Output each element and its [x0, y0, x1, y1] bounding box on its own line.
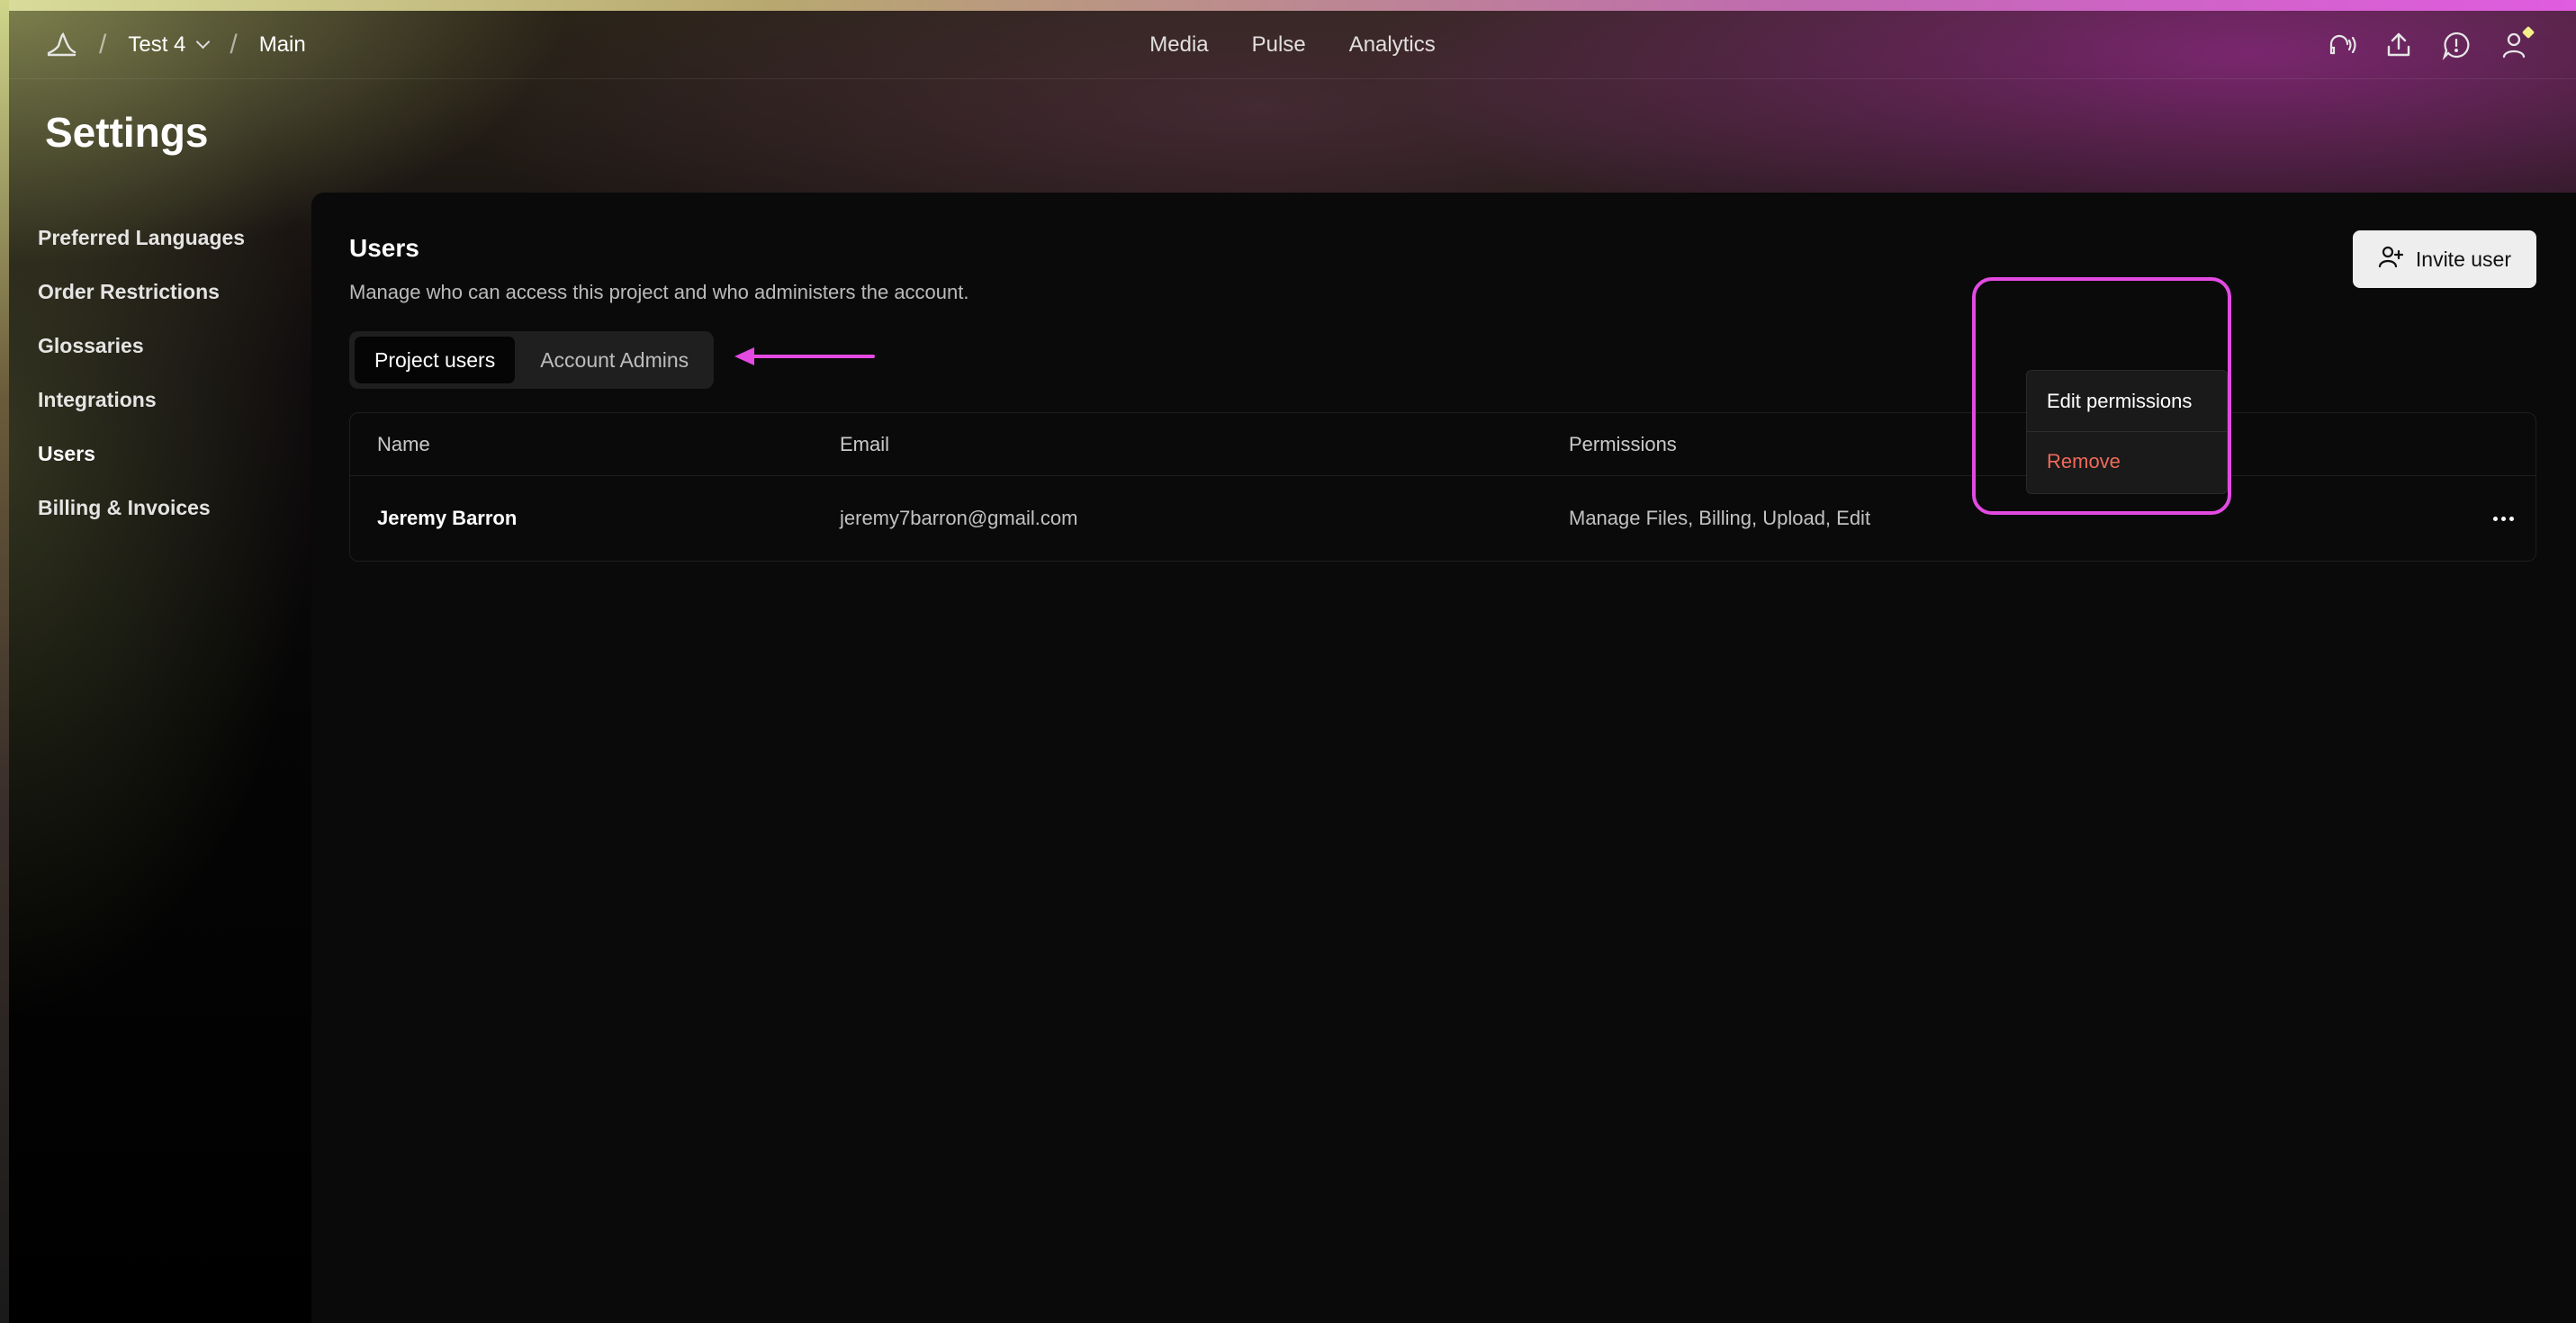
section-subtitle: Manage who can access this project and w… — [349, 281, 969, 303]
breadcrumb-separator: / — [230, 30, 238, 59]
user-icon[interactable] — [2499, 25, 2535, 60]
user-email: jeremy7barron@gmail.com — [840, 507, 1078, 529]
app: / Test 4 / Main Media Pulse Analytics Se… — [9, 11, 2576, 1323]
feedback-icon[interactable] — [2441, 30, 2472, 60]
chevron-down-icon — [196, 34, 211, 49]
sidebar-item-integrations[interactable]: Integrations — [9, 373, 306, 427]
annotation-arrow-icon — [734, 347, 875, 365]
window-left-edge — [0, 0, 9, 1323]
settings-sidebar: Preferred Languages Order Restrictions G… — [9, 211, 306, 535]
more-dot-icon — [2508, 516, 2514, 521]
sidebar-item-preferred-languages[interactable]: Preferred Languages — [9, 211, 306, 265]
more-dot-icon — [2500, 516, 2506, 521]
sidebar-item-glossaries[interactable]: Glossaries — [9, 319, 306, 373]
header-actions — [2326, 11, 2535, 79]
breadcrumb-separator: / — [99, 30, 107, 59]
main-nav: Media Pulse Analytics — [9, 11, 2576, 79]
column-header-permissions: Permissions — [1569, 433, 1677, 455]
column-header-email: Email — [840, 433, 890, 455]
breadcrumb: / Test 4 / Main — [45, 11, 306, 79]
users-tabs: Project users Account Admins — [349, 331, 715, 389]
top-bar: / Test 4 / Main Media Pulse Analytics — [9, 11, 2576, 79]
sidebar-item-users[interactable]: Users — [9, 427, 306, 481]
nav-pulse[interactable]: Pulse — [1252, 32, 1306, 58]
project-name: Test 4 — [128, 32, 186, 57]
users-panel: Users Manage who can access this project… — [311, 193, 2576, 1323]
page-title: Settings — [45, 109, 209, 156]
row-actions-button[interactable] — [2487, 503, 2519, 534]
project-switcher[interactable]: Test 4 — [128, 32, 211, 58]
invite-user-label: Invite user — [2415, 247, 2511, 271]
column-header-name: Name — [377, 433, 430, 455]
sidebar-item-billing-invoices[interactable]: Billing & Invoices — [9, 481, 306, 535]
breadcrumb-page[interactable]: Main — [259, 32, 306, 58]
add-user-icon — [2378, 245, 2403, 274]
tab-account-admins[interactable]: Account Admins — [520, 337, 708, 383]
nav-analytics[interactable]: Analytics — [1349, 32, 1436, 58]
invite-user-button[interactable]: Invite user — [2352, 230, 2536, 288]
user-name: Jeremy Barron — [377, 507, 518, 529]
user-permissions: Manage Files, Billing, Upload, Edit — [1569, 507, 1871, 529]
audio-icon[interactable] — [2326, 30, 2356, 60]
sidebar-item-order-restrictions[interactable]: Order Restrictions — [9, 265, 306, 319]
nav-media[interactable]: Media — [1149, 32, 1208, 58]
tab-project-users[interactable]: Project users — [355, 337, 516, 383]
window-top-edge — [0, 0, 2576, 11]
upload-icon[interactable] — [2383, 30, 2414, 60]
logo-icon[interactable] — [45, 30, 77, 60]
annotation-highlight-box — [1972, 277, 2231, 515]
more-dot-icon — [2492, 516, 2498, 521]
section-title: Users — [349, 234, 419, 262]
